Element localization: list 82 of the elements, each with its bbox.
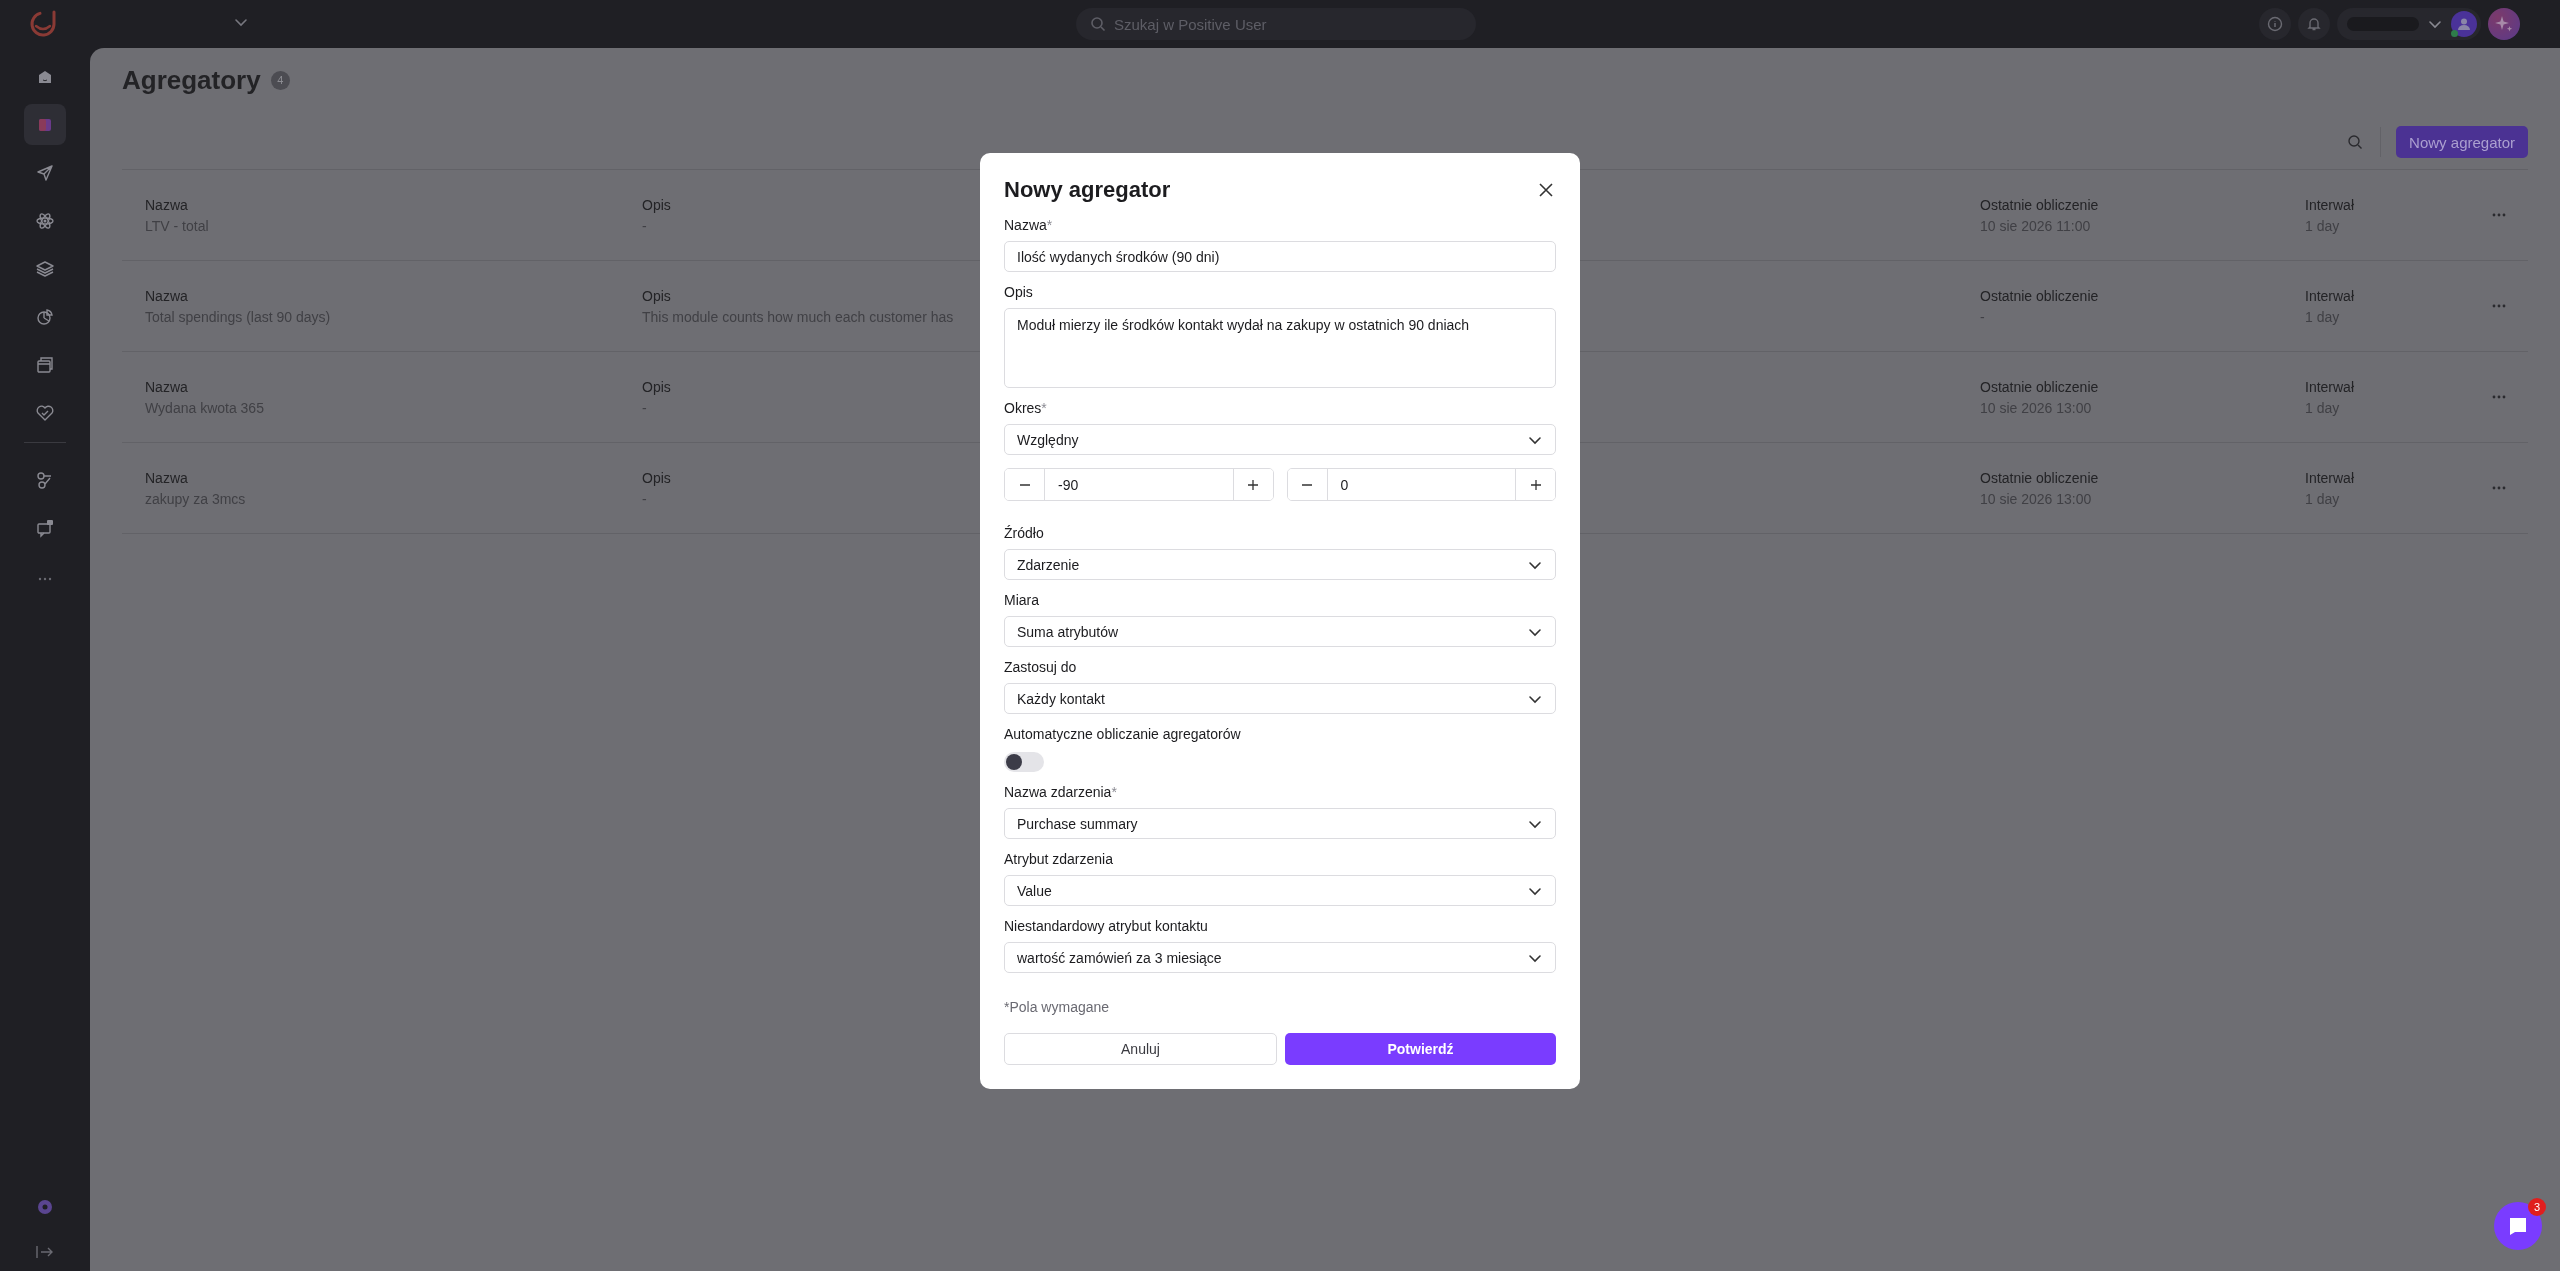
name-input[interactable]: Ilość wydanych środków (90 dni) [1004, 241, 1556, 272]
assistant-button[interactable] [2488, 8, 2520, 40]
table-cell: - [642, 490, 647, 507]
select-dropdown[interactable]: Zdarzenie [1004, 549, 1556, 580]
plus-icon [1247, 478, 1259, 491]
number-stepper[interactable]: -90 [1004, 468, 1274, 501]
description-input[interactable]: Moduł mierzy ile środków kontakt wydał na zakupy w ostatnich 90 dniach [1004, 308, 1556, 388]
table-cell: - [642, 217, 647, 234]
select-dropdown[interactable]: Value [1004, 875, 1556, 906]
search-icon [1090, 16, 1106, 32]
column-label: Opis [642, 469, 671, 486]
more-icon [2492, 304, 2506, 308]
column-label: Ostatnie obliczenie [1980, 469, 2099, 486]
lifebuoy-icon[interactable] [37, 1199, 53, 1215]
field-label: Opis [1004, 284, 1033, 300]
windows-icon [35, 354, 55, 375]
field-label: Nazwa [1004, 217, 1047, 233]
more-icon [2492, 213, 2506, 217]
increment-button[interactable] [1232, 469, 1273, 500]
column-label: Opis [642, 287, 671, 304]
column-label: Nazwa [145, 196, 188, 213]
field-label: Automatyczne obliczanie agregatorów [1004, 726, 1241, 742]
select-dropdown[interactable]: wartość zamówień za 3 miesiące [1004, 942, 1556, 973]
collapse-arrow-icon[interactable] [36, 1245, 54, 1259]
column-label: Ostatnie obliczenie [1980, 196, 2099, 213]
table-cell: - [642, 399, 647, 416]
plus-icon [1529, 478, 1542, 491]
chat-icon [2507, 1215, 2529, 1237]
field-label: Niestandardowy atrybut kontaktu [1004, 918, 1208, 934]
layers-icon [35, 258, 55, 279]
column-label: Ostatnie obliczenie [1980, 378, 2099, 395]
avatar [2451, 11, 2477, 37]
account-menu[interactable] [2337, 8, 2481, 40]
column-label: Interwał [2305, 469, 2355, 486]
page-title: Agregatory [122, 64, 261, 96]
field-label: Miara [1004, 592, 1039, 608]
column-label: Opis [642, 196, 671, 213]
more-icon [2492, 395, 2506, 399]
more-icon[interactable] [38, 577, 52, 581]
column-label: Nazwa [145, 469, 188, 486]
number-stepper[interactable]: 0 [1286, 468, 1556, 501]
field-label: Okres [1004, 400, 1042, 416]
paper-plane-icon [35, 162, 55, 183]
chat-icon [35, 517, 55, 538]
field-label: Zastosuj do [1004, 659, 1077, 675]
pie-chart-icon [35, 306, 55, 327]
confirm-button[interactable]: Potwierdź [1285, 1033, 1556, 1065]
count-badge: 4 [270, 70, 290, 90]
heart-icon [35, 402, 55, 423]
bell-icon [2306, 16, 2322, 32]
cancel-button[interactable]: Anuluj [1004, 1033, 1277, 1065]
table-cell: - [1980, 308, 1985, 325]
select-dropdown[interactable]: Suma atrybutów [1004, 616, 1556, 647]
column-label: Nazwa [145, 287, 188, 304]
toggle-switch[interactable] [1004, 752, 1044, 772]
column-label: Interwał [2305, 196, 2355, 213]
required-note: *Pola wymagane [1004, 999, 1111, 1015]
column-label: Opis [642, 378, 671, 395]
select-dropdown[interactable]: Każdy kontakt [1004, 683, 1556, 714]
field-label: Źródło [1004, 525, 1044, 541]
required-asterisk: * [1046, 217, 1053, 233]
new-aggregator-button[interactable]: Nowy agregator [2396, 126, 2528, 158]
column-label: Interwał [2305, 287, 2355, 304]
atom-icon [35, 210, 55, 231]
column-label: Ostatnie obliczenie [1980, 287, 2099, 304]
search-icon[interactable] [2347, 134, 2364, 150]
info-icon [2267, 16, 2283, 32]
select-dropdown[interactable]: Względny [1004, 424, 1556, 455]
sidebar-item[interactable] [24, 104, 66, 145]
column-label: Interwał [2305, 378, 2355, 395]
increment-button[interactable] [1515, 469, 1555, 500]
required-asterisk: * [1111, 784, 1117, 800]
field-label: Atrybut zdarzenia [1004, 851, 1113, 867]
close-icon [1538, 182, 1554, 198]
required-asterisk: * [1041, 400, 1047, 416]
field-label: Nazwa zdarzenia [1004, 784, 1112, 800]
more-icon [2492, 486, 2506, 490]
notifications-button[interactable] [2298, 8, 2330, 40]
info-button[interactable] [2259, 8, 2291, 40]
column-label: Nazwa [145, 378, 188, 395]
select-dropdown[interactable]: Purchase summary [1004, 808, 1556, 839]
dialog-title: Nowy agregator [1004, 177, 1171, 203]
